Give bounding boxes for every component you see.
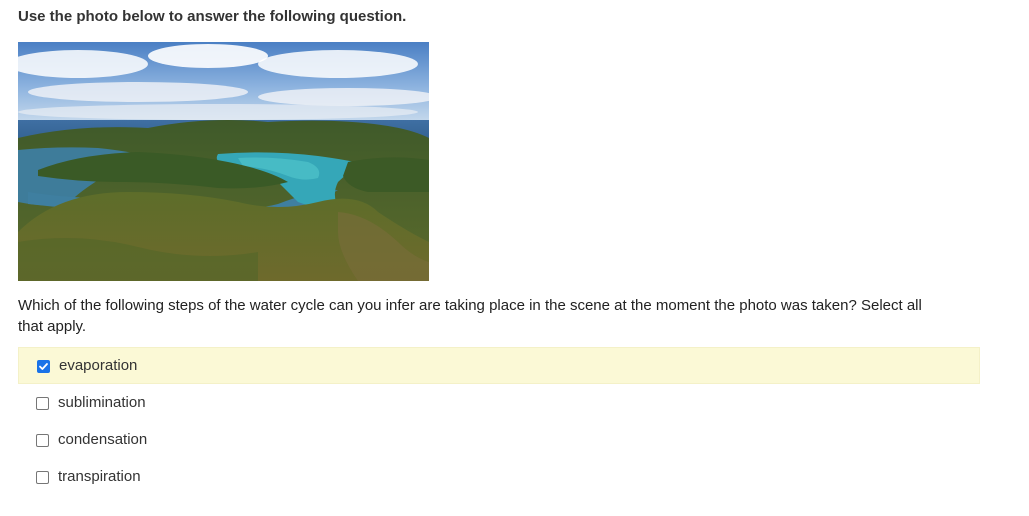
option-label: condensation — [58, 430, 148, 448]
checkbox-checked-icon[interactable] — [37, 359, 50, 373]
answer-options: evaporation sublimination condensation t… — [18, 347, 980, 495]
question-page: Use the photo below to answer the follow… — [0, 0, 1029, 516]
option-condensation[interactable]: condensation — [18, 421, 980, 458]
aerial-lake-photo — [18, 42, 429, 281]
checkbox-unchecked-icon[interactable] — [36, 433, 49, 447]
checkbox-unchecked-icon[interactable] — [36, 396, 49, 410]
option-label: sublimination — [58, 393, 146, 411]
question-text: Which of the following steps of the wate… — [18, 297, 922, 335]
instruction-text: Use the photo below to answer the follow… — [18, 8, 407, 25]
option-label: evaporation — [59, 356, 138, 374]
option-sublimination[interactable]: sublimination — [18, 384, 980, 421]
checkbox-unchecked-icon[interactable] — [36, 470, 49, 484]
option-transpiration[interactable]: transpiration — [18, 458, 980, 495]
option-label: transpiration — [58, 467, 141, 485]
option-evaporation[interactable]: evaporation — [18, 347, 980, 384]
